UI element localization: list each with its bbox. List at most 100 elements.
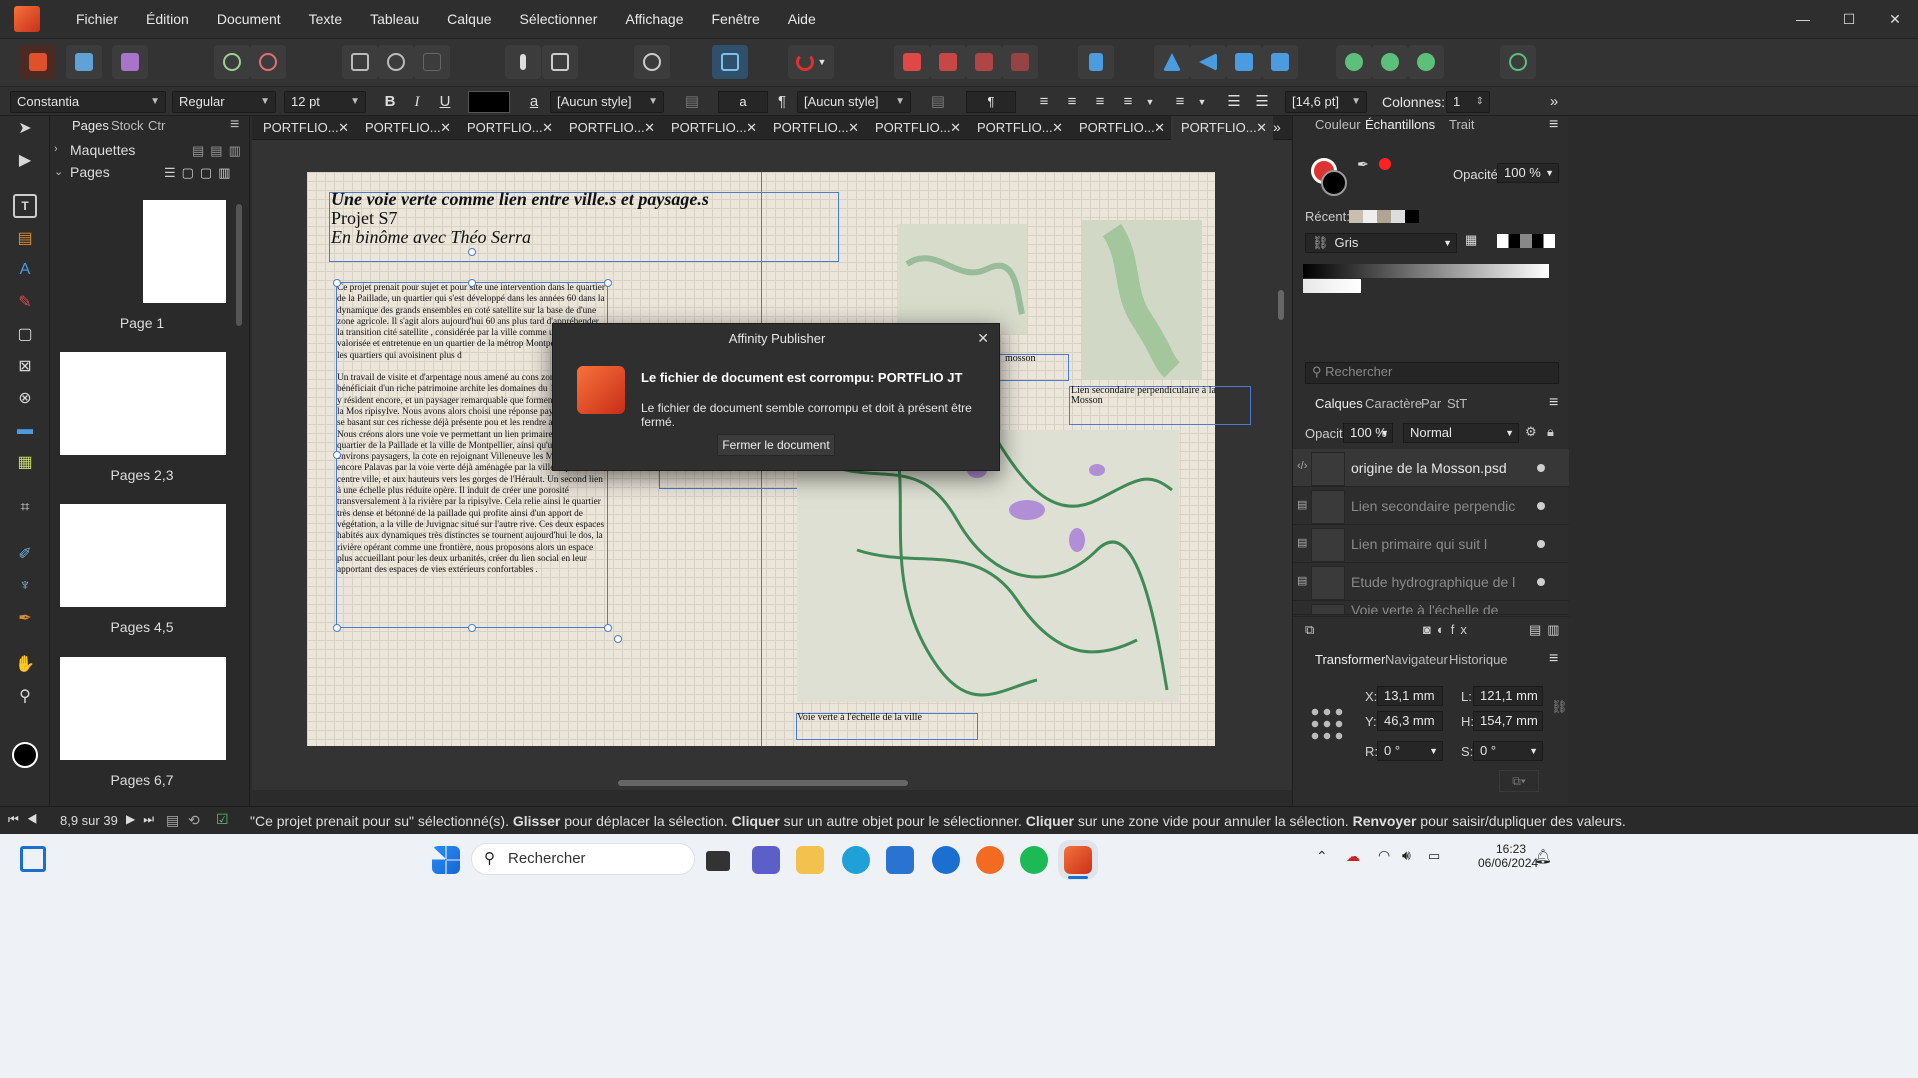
view-mode-button[interactable]: [342, 45, 378, 79]
paragraph-style-select[interactable]: [Aucun style] ▼: [797, 91, 911, 113]
preflight-button[interactable]: [250, 45, 286, 79]
firefox-icon[interactable]: [976, 846, 1004, 874]
recent-swatch[interactable]: [1405, 210, 1419, 223]
widgets-icon[interactable]: [20, 846, 46, 872]
recent-swatch[interactable]: [1363, 210, 1377, 223]
selection-handle[interactable]: [604, 624, 612, 632]
pages-section-label[interactable]: Pages: [70, 164, 110, 180]
tab-echantillons[interactable]: Échantillons: [1365, 117, 1435, 132]
x-input[interactable]: 13,1 mm: [1377, 686, 1443, 706]
selection-handle[interactable]: [468, 279, 476, 287]
doc-tab[interactable]: PORTFLIO... ✕: [1069, 116, 1171, 140]
vector-crop-tool-icon[interactable]: ▦: [13, 450, 37, 474]
tab-ctr[interactable]: Ctr: [148, 118, 165, 134]
boolean-add-button[interactable]: [1336, 45, 1372, 79]
menu-aide[interactable]: Aide: [774, 11, 830, 27]
arrange-backward-button[interactable]: [966, 45, 1002, 79]
none-black-white-swatches[interactable]: [1497, 234, 1555, 248]
pin-button[interactable]: [505, 45, 541, 79]
selection-handle[interactable]: [333, 451, 341, 459]
transparency-tool-icon[interactable]: ♆: [13, 574, 37, 598]
ellipse-frame-tool-icon[interactable]: ⊗: [13, 386, 37, 410]
panel-menu-icon[interactable]: ≡: [230, 117, 239, 133]
pen-tool-icon[interactable]: ✎: [13, 290, 37, 314]
layers-opacity-input[interactable]: 100 % ▼: [1343, 423, 1393, 443]
master-actions-icons[interactable]: ▤▤▥: [192, 143, 247, 159]
visibility-dot-icon[interactable]: [1537, 578, 1545, 586]
chevron-down-icon[interactable]: ⌄: [54, 165, 63, 178]
color-picker-tool-icon[interactable]: ✒: [13, 606, 37, 630]
recent-swatch[interactable]: [1391, 210, 1405, 223]
tab-historique[interactable]: Historique: [1449, 652, 1508, 667]
gray-swatch-row-1[interactable]: [1303, 264, 1549, 278]
page-thumb-2-3[interactable]: [60, 352, 226, 455]
rectangle-tool-icon[interactable]: ▢: [13, 322, 37, 346]
snapping-button[interactable]: ▼: [788, 45, 834, 79]
link-proportions-icon[interactable]: ⛓: [1551, 699, 1568, 715]
doc-tab[interactable]: PORTFLIO... ✕: [457, 116, 559, 140]
leading-select[interactable]: [14,6 pt] ▼: [1285, 91, 1367, 113]
menu-calque[interactable]: Calque: [433, 11, 505, 27]
crop-tool-icon[interactable]: ⌗: [13, 496, 37, 520]
search-input[interactable]: ⚲ Rechercher: [1305, 362, 1559, 384]
menu-fenetre[interactable]: Fenêtre: [697, 11, 773, 27]
boolean-subtract-button[interactable]: [1372, 45, 1408, 79]
more-tabs-icon[interactable]: »: [1273, 119, 1281, 135]
arrange-forward-button[interactable]: [930, 45, 966, 79]
frame-text-button[interactable]: [634, 45, 670, 79]
selection-handle[interactable]: [333, 279, 341, 287]
layer-row[interactable]: ▤ Etude hydrographique de l: [1293, 563, 1569, 601]
link-icon[interactable]: ⟲: [188, 812, 200, 829]
layer-row[interactable]: ‹/› origine de la Mosson.psd: [1293, 449, 1569, 487]
para-style-options-icon[interactable]: ▤: [926, 91, 950, 113]
publisher-persona-button[interactable]: [20, 45, 56, 79]
page-thumb-1[interactable]: [143, 200, 226, 303]
doc-tab[interactable]: PORTFLIO... ✕: [253, 116, 355, 140]
panel-menu-icon[interactable]: ≡: [1549, 116, 1558, 134]
width-input[interactable]: 121,1 mm: [1473, 686, 1543, 706]
node-tool-icon[interactable]: ▶: [13, 148, 37, 172]
new-para-style-button[interactable]: ¶: [966, 91, 1016, 113]
justify-icon[interactable]: ≡: [1116, 91, 1140, 113]
doc-tab[interactable]: PORTFLIO... ✕: [763, 116, 865, 140]
chevron-down-icon[interactable]: ▼: [1138, 91, 1162, 113]
notification-bell-icon[interactable]: 🔔︎: [1534, 848, 1552, 865]
menu-selectionner[interactable]: Sélectionner: [506, 11, 612, 27]
table-tool-icon[interactable]: ▤: [13, 226, 37, 250]
recent-swatch[interactable]: [1377, 210, 1391, 223]
text-wrap-button[interactable]: [542, 45, 578, 79]
vertical-align-icon[interactable]: ≡: [1168, 91, 1192, 113]
character-style-icon[interactable]: a: [522, 91, 546, 113]
wifi-icon[interactable]: ◠: [1378, 847, 1390, 864]
baseline-grid-button[interactable]: [712, 45, 748, 79]
font-family-select[interactable]: Constantia ▼: [10, 91, 166, 113]
more-options-button[interactable]: »: [1542, 91, 1566, 113]
pages-scrollbar[interactable]: [236, 204, 242, 326]
hand-tool-icon[interactable]: ✋: [13, 652, 37, 676]
masters-section-label[interactable]: Maquettes: [70, 142, 135, 158]
arrange-front-button[interactable]: [894, 45, 930, 79]
minimize-button[interactable]: —: [1780, 0, 1826, 38]
flip-horizontal-button[interactable]: [1154, 45, 1190, 79]
columns-input[interactable]: 1 ⇕: [1446, 91, 1490, 113]
font-size-select[interactable]: 12 pt ▼: [284, 91, 366, 113]
new-char-style-button[interactable]: a: [718, 91, 768, 113]
underline-button[interactable]: U: [433, 91, 457, 113]
task-view-icon[interactable]: [706, 851, 730, 871]
page-thumb-6-7[interactable]: [60, 657, 226, 760]
artistic-text-tool-icon[interactable]: A: [13, 258, 37, 282]
fill-stroke-color-well[interactable]: [12, 742, 38, 768]
lock-icon[interactable]: 🔒︎: [1547, 424, 1554, 440]
doc-tab[interactable]: PORTFLIO... ✕: [355, 116, 457, 140]
rotation-handle[interactable]: [614, 635, 622, 643]
close-icon[interactable]: ✕: [950, 116, 961, 140]
align-right-icon[interactable]: ≡: [1088, 91, 1112, 113]
file-explorer-icon[interactable]: [796, 846, 824, 874]
rotate-left-button[interactable]: [1226, 45, 1262, 79]
align-center-icon[interactable]: ≡: [1060, 91, 1084, 113]
picture-frame-tool-icon[interactable]: ⊠: [13, 354, 37, 378]
preflight-ok-icon[interactable]: ☑: [216, 811, 229, 828]
visibility-dot-icon[interactable]: [1537, 464, 1545, 472]
map-image-2[interactable]: [1082, 220, 1202, 380]
selection-handle[interactable]: [333, 624, 341, 632]
